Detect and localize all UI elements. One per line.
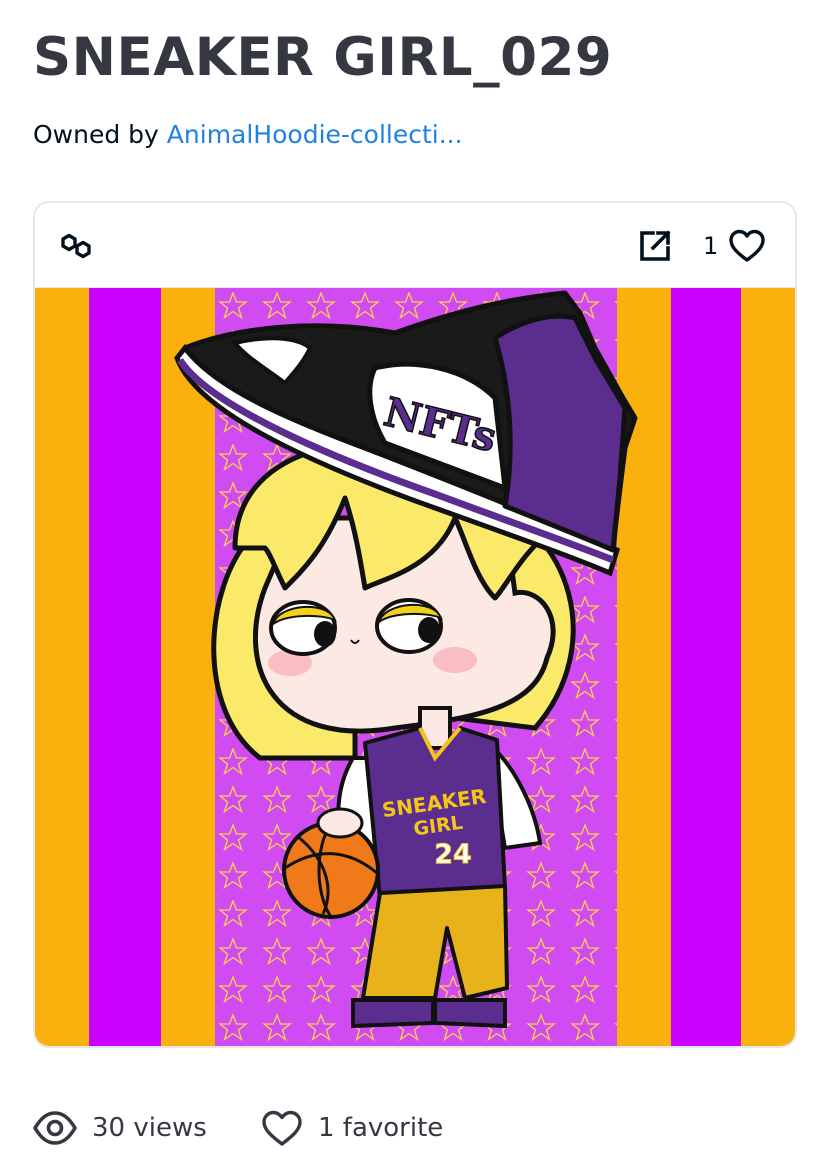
pupil-left [314,621,336,647]
favorite-count: 1 [703,232,719,260]
stripe-magenta-1 [89,288,161,1046]
shoe-left [351,998,435,1029]
stripe-magenta-2 [671,288,741,1046]
stripe-orange-4 [741,288,795,1046]
jersey-number: 24 [434,839,472,870]
hand [316,807,364,839]
views-label: 30 views [92,1113,207,1143]
stripe-orange-2 [161,288,215,1046]
shoe-right [433,998,507,1029]
owned-by-label: Owned by [33,120,159,149]
favorites-stat: 1 favorite [261,1106,481,1150]
nft-artwork: SNEAKER GIRL 24 NFTs [35,288,795,1046]
polygon-icon [61,233,91,259]
stripe-orange-1 [35,288,89,1046]
external-link-icon[interactable] [637,228,673,264]
pants [361,884,509,1000]
heart-icon[interactable] [728,227,766,265]
eye-icon [33,1111,77,1145]
asset-card: 1 SNEAKER GIRL 24 NFTs [33,201,797,1048]
favorites-label: 1 favorite [318,1113,444,1143]
views-stat: 30 views [33,1106,223,1150]
owner-link[interactable]: AnimalHoodie-collecti... [167,120,463,149]
owned-by: Owned by AnimalHoodie-collecti... [33,117,463,153]
card-header: 1 [35,203,795,288]
cheek-right [433,647,477,673]
asset-title: SNEAKER GIRL_029 [33,27,613,88]
pupil-right [418,617,440,643]
heart-outline-icon [262,1110,302,1146]
